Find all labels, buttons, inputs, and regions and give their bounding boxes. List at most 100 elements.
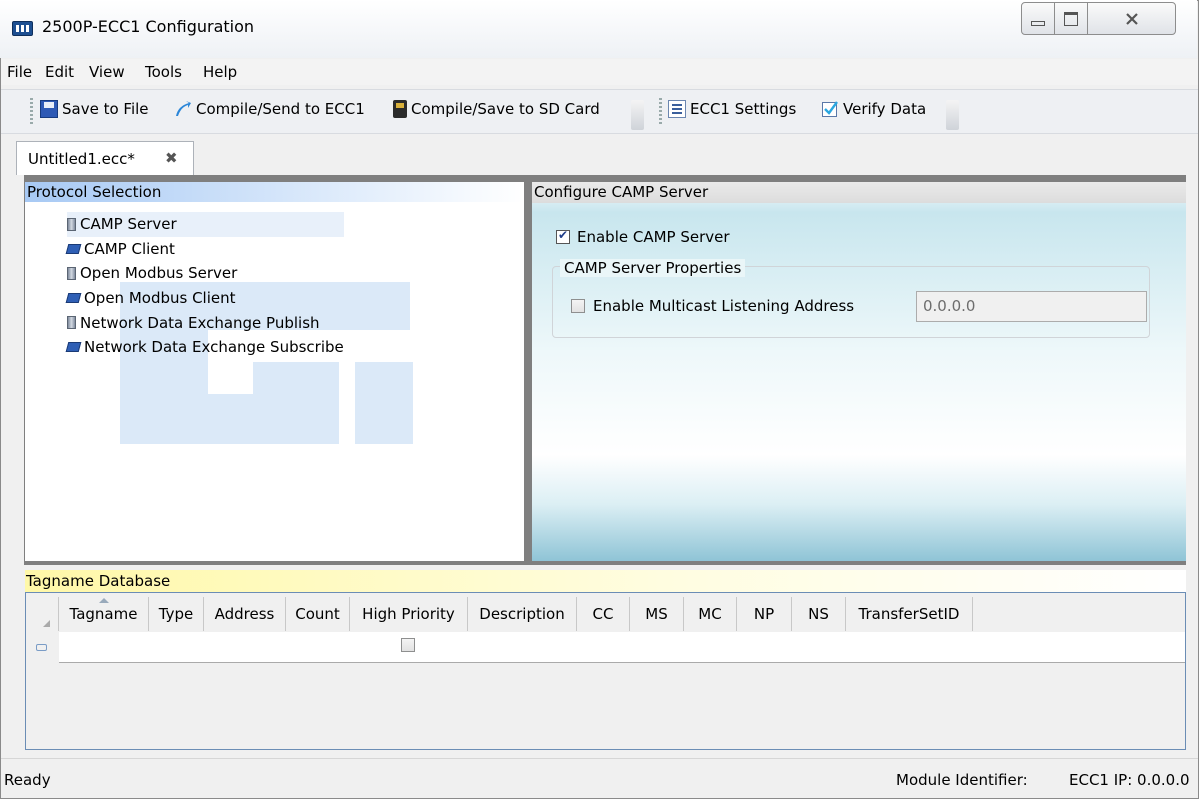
close-tab-icon[interactable]: ✖ (165, 149, 178, 167)
toolbar-overflow-button-2[interactable] (946, 100, 959, 130)
save-to-file-button[interactable]: Save to File (40, 100, 149, 118)
minimize-icon (1031, 21, 1045, 26)
sd-card-icon (393, 100, 407, 118)
column-header-cc[interactable]: CC (577, 597, 630, 631)
title-bar: 2500P-ECC1 Configuration (0, 0, 1197, 58)
protocol-item[interactable]: CAMP Server (67, 212, 344, 237)
grid-corner (26, 597, 59, 631)
verify-data-label: Verify Data (843, 100, 927, 118)
menu-view[interactable]: View (89, 63, 125, 81)
column-header-mc[interactable]: MC (684, 597, 737, 631)
enable-multicast-label: Enable Multicast Listening Address (593, 297, 855, 315)
sort-ascending-icon (98, 598, 109, 603)
ecc1-ip-status: ECC1 IP: 0.0.0.0 (1069, 771, 1190, 789)
column-header-label: NP (753, 605, 775, 623)
status-text: Ready (4, 771, 51, 789)
column-header-type[interactable]: Type (149, 597, 204, 631)
column-header-label: CC (592, 605, 614, 623)
protocol-selection-title: Protocol Selection (27, 183, 162, 201)
menu-file[interactable]: File (7, 63, 32, 81)
enable-multicast-checkbox[interactable]: Enable Multicast Listening Address (571, 297, 854, 315)
server-icon (67, 266, 76, 280)
compile-sd-label: Compile/Save to SD Card (411, 100, 600, 118)
column-header-high-priority[interactable]: High Priority (350, 597, 468, 631)
close-button[interactable] (1087, 2, 1176, 35)
protocol-selection-panel: Protocol Selection CAMP Server CAMP Clien… (25, 182, 524, 561)
watermark-logo-part (355, 362, 413, 444)
table-cell[interactable] (684, 632, 738, 663)
high-priority-checkbox[interactable] (401, 638, 415, 652)
protocol-list: CAMP Server CAMP Client Open Modbus Server… (65, 212, 344, 360)
ecc1-settings-label: ECC1 Settings (690, 100, 797, 118)
column-header-label: MC (698, 605, 722, 623)
protocol-item-label: Open Modbus Client (84, 289, 236, 308)
save-to-file-label: Save to File (62, 100, 149, 118)
protocol-item[interactable]: CAMP Client (65, 237, 344, 262)
app-logo-icon (12, 21, 33, 36)
ecc1-settings-button[interactable]: ECC1 Settings (668, 100, 796, 118)
toolbar-grip[interactable] (30, 98, 33, 126)
server-icon (67, 316, 76, 330)
table-cell-filler (973, 632, 1185, 663)
menu-edit[interactable]: Edit (45, 63, 74, 81)
column-header-label: Tagname (69, 605, 138, 623)
table-cell[interactable] (792, 632, 847, 663)
table-cell[interactable] (204, 632, 287, 663)
table-cell[interactable] (577, 632, 631, 663)
protocol-item-label: CAMP Server (80, 215, 177, 234)
table-cell[interactable] (350, 632, 469, 663)
tagname-grid: Tagname Type Address Count High Priority Desc… (25, 592, 1186, 750)
minimize-button[interactable] (1021, 2, 1055, 35)
new-row-indicator-icon (36, 644, 47, 651)
column-header-transfersetid[interactable]: TransferSetID (846, 597, 973, 631)
maximize-button[interactable] (1054, 2, 1088, 35)
configure-panel-title: Configure CAMP Server (534, 183, 709, 201)
tagname-database-header: Tagname Database (25, 570, 1186, 592)
floppy-disk-icon (40, 100, 58, 118)
checkbox-icon (556, 228, 570, 244)
client-icon (65, 293, 82, 304)
table-cell[interactable] (59, 632, 150, 663)
enable-camp-server-checkbox[interactable]: Enable CAMP Server (556, 228, 730, 246)
column-header-description[interactable]: Description (468, 597, 577, 631)
menu-tools[interactable]: Tools (145, 63, 182, 81)
table-cell[interactable] (286, 632, 351, 663)
toolbar-overflow-button[interactable] (631, 100, 644, 130)
enable-camp-server-label: Enable CAMP Server (577, 228, 730, 246)
protocol-item[interactable]: Network Data Exchange Publish (67, 310, 344, 335)
menu-help[interactable]: Help (203, 63, 237, 81)
table-cell[interactable] (846, 632, 974, 663)
column-header-ms[interactable]: MS (630, 597, 684, 631)
compile-send-label: Compile/Send to ECC1 (196, 100, 365, 118)
client-icon (65, 243, 82, 254)
column-header-label: TransferSetID (858, 605, 960, 623)
column-header-count[interactable]: Count (286, 597, 350, 631)
protocol-item-label: Network Data Exchange Publish (80, 313, 320, 332)
protocol-item[interactable]: Open Modbus Server (67, 261, 344, 286)
compile-sd-button[interactable]: Compile/Save to SD Card (393, 100, 600, 118)
protocol-item[interactable]: Open Modbus Client (65, 286, 344, 311)
module-identifier-label: Module Identifier: (896, 771, 1028, 789)
table-cell[interactable] (630, 632, 685, 663)
table-cell[interactable] (468, 632, 578, 663)
table-cell[interactable] (149, 632, 205, 663)
send-arrow-icon (176, 101, 191, 116)
protocol-item-label: CAMP Client (84, 239, 175, 258)
toolbar-grip-2[interactable] (659, 98, 662, 126)
table-cell[interactable] (737, 632, 793, 663)
document-tab[interactable]: Untitled1.ecc* ✖ (16, 141, 194, 175)
column-header-np[interactable]: NP (737, 597, 792, 631)
column-header-ns[interactable]: NS (792, 597, 846, 631)
protocol-item[interactable]: Network Data Exchange Subscribe (65, 335, 344, 360)
multicast-address-input[interactable]: 0.0.0.0 (916, 291, 1147, 322)
restore-icon (1064, 11, 1078, 26)
compile-send-button[interactable]: Compile/Send to ECC1 (174, 100, 365, 118)
column-header-tagname[interactable]: Tagname (59, 597, 149, 631)
column-header-label: Address (214, 605, 275, 623)
settings-list-icon (668, 100, 686, 118)
row-header[interactable] (26, 632, 60, 662)
column-header-address[interactable]: Address (204, 597, 286, 631)
verify-check-icon (822, 101, 838, 117)
verify-data-button[interactable]: Verify Data (821, 100, 926, 118)
client-icon (65, 342, 82, 353)
